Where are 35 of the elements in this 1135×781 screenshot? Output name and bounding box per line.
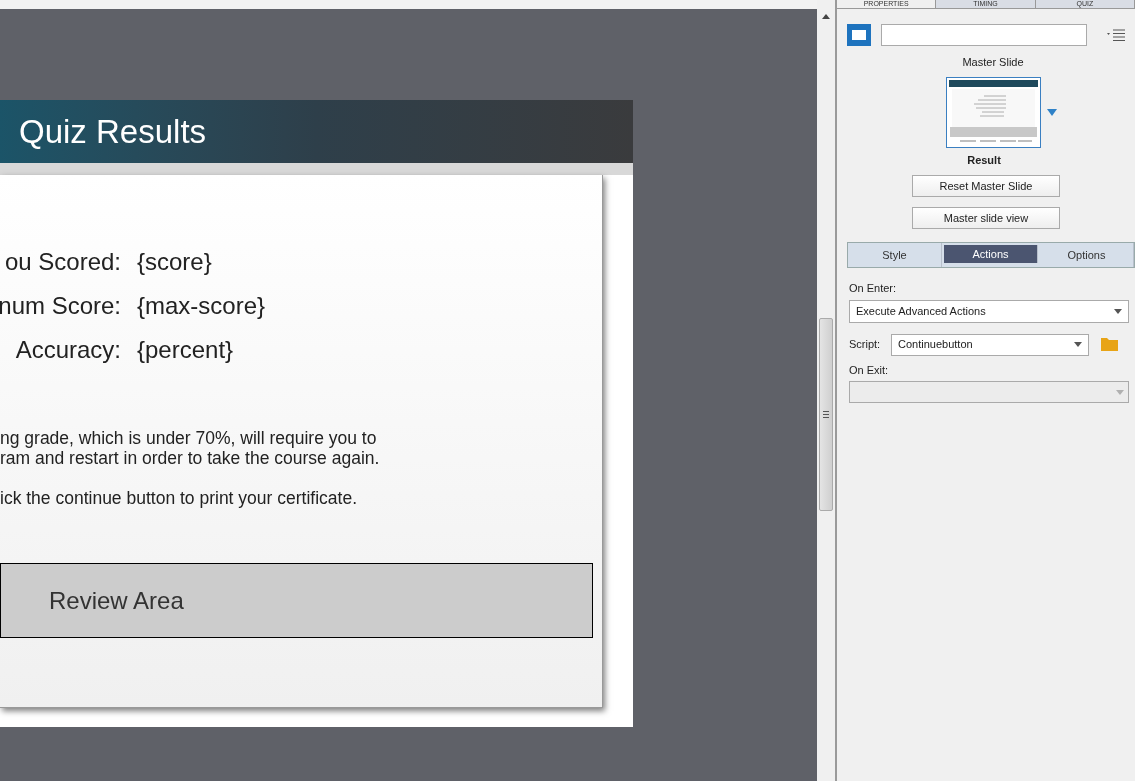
scroll-up-icon[interactable] xyxy=(822,14,831,19)
dropdown-caret-icon xyxy=(1116,389,1124,395)
master-slide-name: Result xyxy=(967,152,1001,168)
shape-icon xyxy=(847,24,871,46)
panel-button[interactable]: Master slide view xyxy=(912,207,1060,229)
script-dropdown[interactable]: Continuebutton xyxy=(891,333,1089,356)
grip-icon xyxy=(823,411,830,418)
panel-button[interactable]: Reset Master Slide xyxy=(912,175,1060,197)
scrollbar-thumb[interactable] xyxy=(819,318,834,511)
master-slide-thumbnail[interactable] xyxy=(945,76,1041,148)
result-label: num Score: xyxy=(0,291,121,321)
message-line: ram and restart in order to take the course again. xyxy=(0,448,381,468)
master-slide-heading: Master Slide xyxy=(962,55,1024,70)
result-value: {score} xyxy=(137,247,213,277)
sub-tab[interactable]: Options xyxy=(1040,243,1134,267)
dropdown-caret-icon xyxy=(1114,308,1122,314)
dropdown-arrow-icon[interactable] xyxy=(1046,108,1057,116)
sub-tab[interactable]: Style xyxy=(848,243,942,267)
dropdown-caret-icon xyxy=(1074,342,1082,347)
result-value: {percent} xyxy=(137,335,235,365)
review-area: Review Area xyxy=(0,563,593,638)
on-exit-label: On Exit: xyxy=(849,362,890,378)
message-line: ng grade, which is under 70%, will require you to xyxy=(0,428,378,448)
slide-title: Quiz Results xyxy=(19,111,207,152)
on-enter-label: On Enter: xyxy=(849,281,898,296)
on-enter-dropdown[interactable]: Execute Advanced Actions xyxy=(849,299,1129,323)
certificate-note: ick the continue button to print your certificate. xyxy=(0,488,358,508)
name-field[interactable] xyxy=(881,24,1087,46)
result-label: Accuracy: xyxy=(14,335,121,365)
result-label: ou Scored: xyxy=(3,247,121,277)
result-value: {max-score} xyxy=(137,291,267,321)
sub-tab[interactable]: Actions xyxy=(944,245,1038,263)
menu-icon[interactable] xyxy=(1107,29,1125,41)
script-label: Script: xyxy=(849,337,882,353)
folder-icon[interactable] xyxy=(1101,338,1118,351)
